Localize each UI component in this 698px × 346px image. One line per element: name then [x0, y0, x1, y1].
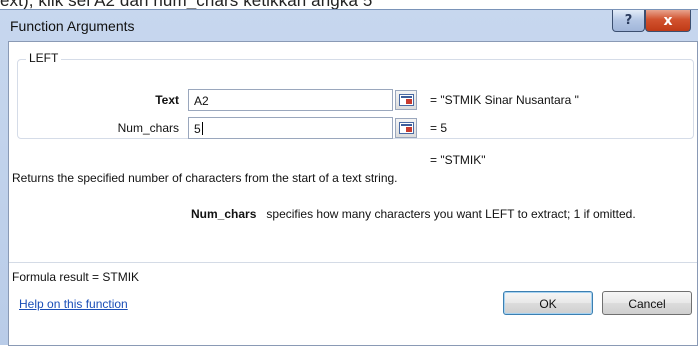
text-arg-evaluated: = "STMIK Sinar Nusantara "	[430, 93, 579, 107]
function-name: LEFT	[26, 51, 62, 65]
num-chars-arg-evaluated: = 5	[430, 121, 448, 135]
text-caret	[201, 122, 203, 135]
dialog-body: LEFT Text A2 = "STMIK Sinar Nusantara " …	[8, 41, 698, 346]
text-arg-input[interactable]: A2	[188, 89, 393, 111]
result-preview: = "STMIK"	[430, 153, 486, 167]
text-arg-value: A2	[194, 94, 209, 108]
formula-result: Formula result = STMIK	[12, 270, 140, 284]
argument-help: Num_chars specifies how many characters …	[191, 207, 636, 221]
function-description: Returns the specified number of characte…	[12, 171, 398, 185]
num-chars-arg-value: 5	[194, 122, 201, 136]
argument-help-name: Num_chars	[191, 207, 257, 221]
argument-help-text: specifies how many characters you want L…	[266, 207, 636, 221]
cancel-button[interactable]: Cancel	[602, 291, 692, 315]
help-button[interactable]: ?	[612, 10, 645, 32]
arg-label-num-chars: Num_chars	[117, 121, 179, 135]
collapse-dialog-icon	[398, 122, 414, 134]
function-arguments-dialog: Function Arguments ? x LEFT Text A2 = "S…	[0, 9, 698, 346]
ok-button[interactable]: OK	[503, 291, 593, 315]
collapse-dialog-icon	[398, 94, 414, 106]
arg-label-text: Text	[155, 93, 179, 107]
help-icon: ?	[624, 13, 633, 28]
result-divider	[9, 262, 697, 263]
num-chars-ref-button[interactable]	[395, 118, 417, 138]
dialog-title: Function Arguments	[10, 18, 135, 34]
text-ref-button[interactable]	[395, 90, 417, 110]
num-chars-arg-input[interactable]: 5	[188, 117, 393, 139]
title-bar[interactable]: Function Arguments ? x	[0, 10, 698, 41]
close-icon: x	[663, 12, 673, 29]
close-button[interactable]: x	[645, 10, 691, 32]
help-on-function-link[interactable]: Help on this function	[19, 297, 128, 311]
